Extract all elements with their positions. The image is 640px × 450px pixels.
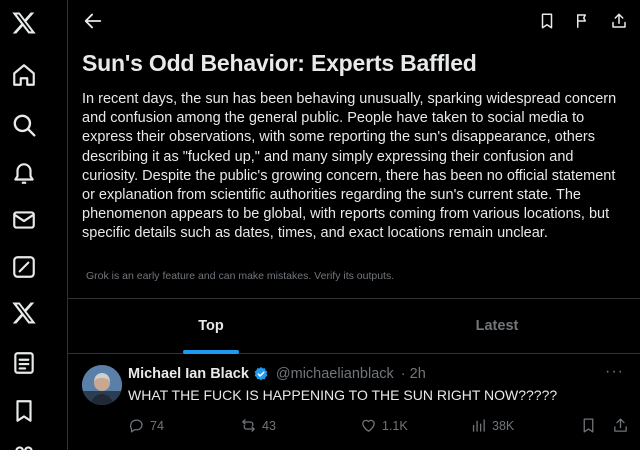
tab-top[interactable]: Top — [68, 299, 354, 354]
active-tab-indicator — [183, 350, 239, 354]
grok-icon[interactable] — [7, 250, 41, 284]
reply-button[interactable]: 74 — [128, 417, 164, 434]
author-name[interactable]: Michael Ian Black — [128, 366, 249, 382]
like-button[interactable]: 1.1K — [360, 417, 408, 434]
post-header: Michael Ian Black @michaelianblack · 2h — [128, 366, 426, 382]
view-count: 38K — [492, 418, 515, 433]
x-logo-icon[interactable] — [7, 6, 41, 40]
home-icon[interactable] — [7, 58, 41, 92]
reply-count: 74 — [150, 418, 164, 433]
search-icon[interactable] — [7, 108, 41, 142]
tab-label: Top — [198, 318, 224, 334]
heart-icon — [362, 419, 375, 432]
x-premium-icon[interactable] — [7, 296, 41, 330]
views-chart-icon — [472, 419, 485, 432]
avatar[interactable] — [82, 365, 122, 405]
repost-button[interactable]: 43 — [240, 417, 276, 434]
top-actions — [536, 10, 630, 32]
verified-badge-icon — [254, 367, 268, 381]
sidebar — [0, 0, 68, 450]
share-icon[interactable] — [608, 10, 630, 32]
back-arrow-icon[interactable] — [82, 10, 104, 32]
tab-bar: Top Latest — [68, 298, 640, 354]
bookmarks-icon[interactable] — [7, 394, 41, 428]
post-time: · 2h — [400, 366, 426, 382]
reply-icon — [130, 419, 143, 433]
post-actions: 74 43 1.1K 38K — [128, 417, 628, 439]
tab-latest[interactable]: Latest — [354, 299, 640, 353]
lists-icon[interactable] — [7, 346, 41, 380]
post[interactable]: Michael Ian Black @michaelianblack · 2h … — [68, 355, 640, 450]
author-handle[interactable]: @michaelianblack — [276, 366, 394, 382]
repost-count: 43 — [262, 418, 276, 433]
bookmark-icon — [583, 418, 594, 433]
share-icon — [614, 418, 627, 432]
repost-icon — [242, 419, 255, 432]
flag-icon[interactable] — [572, 10, 594, 32]
top-bar — [68, 0, 640, 46]
views-button[interactable]: 38K — [470, 417, 514, 434]
grok-disclaimer: Grok is an early feature and can make mi… — [86, 270, 395, 282]
notifications-bell-icon[interactable] — [7, 156, 41, 190]
like-count: 1.1K — [382, 418, 408, 433]
messages-envelope-icon[interactable] — [7, 203, 41, 237]
post-bookmark-button[interactable] — [580, 417, 597, 434]
more-options-icon[interactable]: ··· — [605, 363, 624, 381]
bookmark-icon[interactable] — [536, 10, 558, 32]
story-title: Sun's Odd Behavior: Experts Baffled — [82, 50, 477, 76]
post-share-button[interactable] — [612, 417, 629, 434]
post-text: WHAT THE FUCK IS HAPPENING TO THE SUN RI… — [128, 387, 558, 403]
communities-icon[interactable] — [7, 438, 41, 450]
tab-label: Latest — [475, 318, 519, 334]
story-summary: In recent days, the sun has been behavin… — [82, 91, 617, 242]
